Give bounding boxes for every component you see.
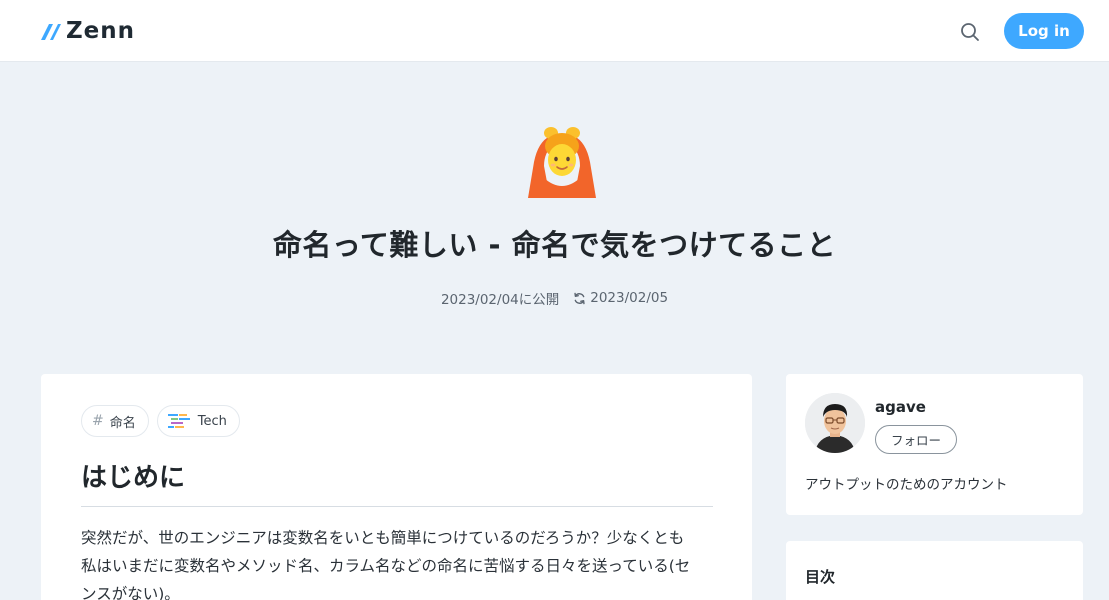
article-card: # 命名 Tech はじめに 突然だが、世のエンジニアは変数名をいとも簡単につけ… <box>41 374 752 600</box>
avatar-image <box>805 393 865 453</box>
author-name[interactable]: agave <box>875 398 926 416</box>
topic-chip-tech[interactable]: Tech <box>156 405 240 437</box>
article-title: 命名って難しい - 命名で気をつけてること <box>272 228 837 262</box>
author-bio: アウトプットのためのアカウント <box>805 477 1008 493</box>
zenn-logo-icon <box>41 24 61 40</box>
body-line: ンスがない)。 <box>81 585 180 600</box>
toc-card: 目次 <box>786 541 1083 600</box>
search-icon <box>961 23 979 41</box>
topic-label: Tech <box>197 413 227 429</box>
article-meta: 2023/02/04に公開 2023/02/05 <box>0 288 1109 308</box>
logo-link[interactable]: Zenn <box>40 17 135 45</box>
refresh-icon <box>574 292 585 304</box>
topic-chip-naming[interactable]: # 命名 <box>81 405 149 437</box>
updated-date-text: 2023/02/05 <box>590 290 669 306</box>
published-date: 2023/02/04に公開 <box>440 292 560 308</box>
tech-icon <box>167 414 190 428</box>
hash-icon: # <box>92 413 104 429</box>
logo-text: Zenn <box>66 18 136 44</box>
author-card: agave フォロー アウトプットのためのアカウント <box>786 374 1083 515</box>
follow-button[interactable]: フォロー <box>875 425 957 454</box>
avatar[interactable] <box>805 393 865 453</box>
topic-list: # 命名 Tech <box>81 405 240 437</box>
article-body: 突然だが、世のエンジニアは変数名をいとも簡単につけているのだろうか？少なくとも … <box>81 524 713 600</box>
toc-title: 目次 <box>805 568 836 586</box>
updated-date: 2023/02/05 <box>573 290 668 306</box>
site-header: Zenn Log in <box>0 0 1109 62</box>
body-line: 突然だが、世のエンジニアは変数名をいとも簡単につけているのだろうか？少なくとも <box>81 529 685 547</box>
search-button[interactable] <box>958 20 982 44</box>
topic-label: 命名 <box>109 415 136 431</box>
person-gesturing-ok-icon <box>528 127 596 198</box>
body-line: 私はいまだに変数名やメソッド名、カラム名などの命名に苦悩する日々を送っている(セ <box>81 557 691 575</box>
login-button[interactable]: Log in <box>1004 13 1084 49</box>
section-heading: はじめに <box>81 457 713 507</box>
